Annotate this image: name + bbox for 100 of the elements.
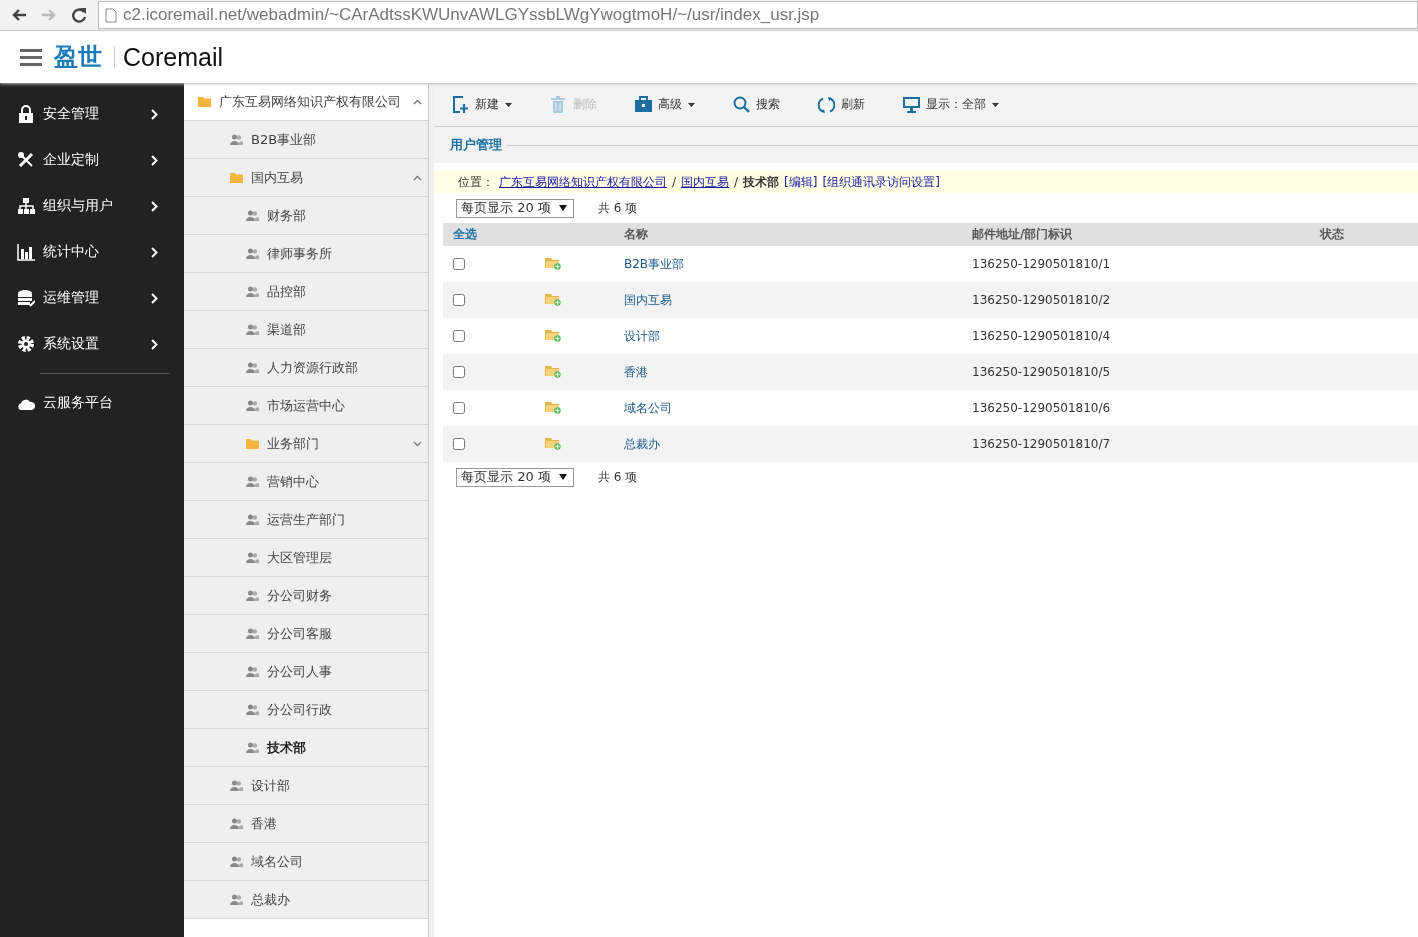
- logo-text: 盈世: [54, 42, 102, 73]
- gear-icon: [17, 335, 35, 353]
- address-bar[interactable]: c2.icoremail.net/webadmin/~CArAdtssKWUnvAWLGYssbLWgYwogtmoH/~/usr/index_usr.jsp: [98, 1, 1418, 29]
- logo-text: Coremail: [123, 42, 224, 72]
- tree-item[interactable]: 人力资源行政部: [184, 349, 428, 387]
- tree-item[interactable]: 域名公司: [184, 843, 428, 881]
- tree-item[interactable]: B2B事业部: [184, 121, 428, 159]
- tree-item[interactable]: 大区管理层: [184, 539, 428, 577]
- column-header: 状态: [1318, 226, 1345, 243]
- users-icon: [246, 628, 259, 639]
- tree-item[interactable]: 运营生产部门: [184, 501, 428, 539]
- row-checkbox[interactable]: [453, 330, 465, 342]
- users-icon: [246, 476, 259, 487]
- toolbar-button[interactable]: 刷新: [816, 93, 867, 116]
- tree-item[interactable]: 分公司客服: [184, 615, 428, 653]
- row-checkbox[interactable]: [453, 294, 465, 306]
- select-all-link[interactable]: 全选: [443, 226, 535, 243]
- tree-item[interactable]: 财务部: [184, 197, 428, 235]
- folder-add-icon: [545, 363, 561, 378]
- nav-item[interactable]: 系统设置: [0, 321, 184, 367]
- page-size-select[interactable]: 每页显示 20 项: [456, 198, 574, 218]
- toolbar-button[interactable]: 新建: [450, 93, 514, 116]
- new-icon: [452, 95, 469, 114]
- table-cell-text: 136250-1290501810/7: [971, 437, 1112, 451]
- folder-add-icon: [545, 255, 561, 270]
- nav-item[interactable]: 安全管理: [0, 91, 184, 137]
- users-icon: [246, 514, 259, 525]
- table-cell-text: 136250-1290501810/5: [971, 365, 1112, 379]
- nav-item[interactable]: 组织与用户: [0, 183, 184, 229]
- org-chart-icon: [17, 197, 35, 215]
- menu-icon[interactable]: [20, 48, 42, 66]
- department-link[interactable]: 香港: [614, 363, 962, 381]
- users-icon: [230, 134, 243, 145]
- row-checkbox[interactable]: [453, 258, 465, 270]
- current-department: 技术部: [743, 173, 780, 191]
- tree-item[interactable]: 国内互易: [184, 159, 428, 197]
- users-icon: [246, 742, 259, 753]
- tree-item[interactable]: 分公司行政: [184, 691, 428, 729]
- toolbar-button[interactable]: 搜索: [731, 93, 782, 116]
- total-count: 共 6 项: [598, 199, 638, 217]
- department-link[interactable]: 域名公司: [614, 399, 962, 417]
- nav-item[interactable]: 运维管理: [0, 275, 184, 321]
- toolbar-button[interactable]: 高级: [633, 93, 697, 116]
- location-label: 位置：: [458, 173, 494, 191]
- row-checkbox[interactable]: [453, 366, 465, 378]
- column-header: 邮件地址/部门标识: [971, 226, 1074, 243]
- tree-item[interactable]: 总裁办: [184, 881, 428, 919]
- users-icon: [230, 818, 243, 829]
- chevron-up-icon[interactable]: [413, 98, 422, 105]
- action-link[interactable]: [组织通讯录访问设置]: [822, 173, 940, 191]
- page-size-select[interactable]: 每页显示 20 项: [456, 467, 574, 487]
- users-icon: [246, 590, 259, 601]
- department-link[interactable]: 设计部: [614, 327, 962, 345]
- page-icon: [105, 7, 117, 23]
- column-header: 名称: [623, 226, 649, 243]
- tree-item[interactable]: 业务部门: [184, 425, 428, 463]
- action-link[interactable]: [编辑]: [784, 173, 818, 191]
- tree-item[interactable]: 品控部: [184, 273, 428, 311]
- database-icon: [17, 289, 35, 307]
- users-icon: [246, 286, 259, 297]
- folder-add-icon: [545, 291, 561, 306]
- tree-item[interactable]: 分公司人事: [184, 653, 428, 691]
- nav-item[interactable]: 统计中心: [0, 229, 184, 275]
- url-text: c2.icoremail.net/webadmin/~CArAdtssKWUnvAWLGYssbLWgYwogtmoH/~/usr/index_usr.jsp: [123, 5, 820, 25]
- tree-item[interactable]: 设计部: [184, 767, 428, 805]
- tree-item[interactable]: 分公司财务: [184, 577, 428, 615]
- nav-item[interactable]: 云服务平台: [0, 380, 184, 426]
- breadcrumb-link[interactable]: 广东互易网络知识产权有限公司: [499, 173, 667, 191]
- users-icon: [246, 400, 259, 411]
- folder-add-icon: [545, 327, 561, 342]
- tree-item[interactable]: 香港: [184, 805, 428, 843]
- chevron-down-icon[interactable]: [413, 440, 422, 447]
- users-icon: [246, 704, 259, 715]
- breadcrumb-separator: /: [734, 175, 739, 189]
- bar-chart-icon: [17, 243, 35, 261]
- tree-item[interactable]: 市场运营中心: [184, 387, 428, 425]
- breadcrumb-link[interactable]: 国内互易: [681, 173, 730, 191]
- department-link[interactable]: 总裁办: [614, 435, 962, 453]
- row-checkbox[interactable]: [453, 438, 465, 450]
- users-icon: [246, 666, 259, 677]
- users-icon: [230, 894, 243, 905]
- lock-icon: [17, 105, 35, 123]
- nav-item[interactable]: 企业定制: [0, 137, 184, 183]
- folder-icon: [246, 438, 259, 449]
- department-link[interactable]: 国内互易: [614, 291, 962, 309]
- search-icon: [733, 95, 750, 114]
- tree-item[interactable]: 渠道部: [184, 311, 428, 349]
- row-checkbox[interactable]: [453, 402, 465, 414]
- caret-down-icon: [559, 205, 567, 211]
- tree-item[interactable]: 律师事务所: [184, 235, 428, 273]
- users-icon: [246, 362, 259, 373]
- refresh-icon: [818, 95, 835, 114]
- users-icon: [246, 552, 259, 563]
- department-link[interactable]: B2B事业部: [614, 255, 962, 273]
- users-icon: [230, 856, 243, 867]
- toolbar-button[interactable]: 显示：全部: [901, 93, 1001, 116]
- users-icon: [246, 248, 259, 259]
- tree-item[interactable]: 技术部: [184, 729, 428, 767]
- tree-item[interactable]: 营销中心: [184, 463, 428, 501]
- chevron-up-icon[interactable]: [413, 174, 422, 181]
